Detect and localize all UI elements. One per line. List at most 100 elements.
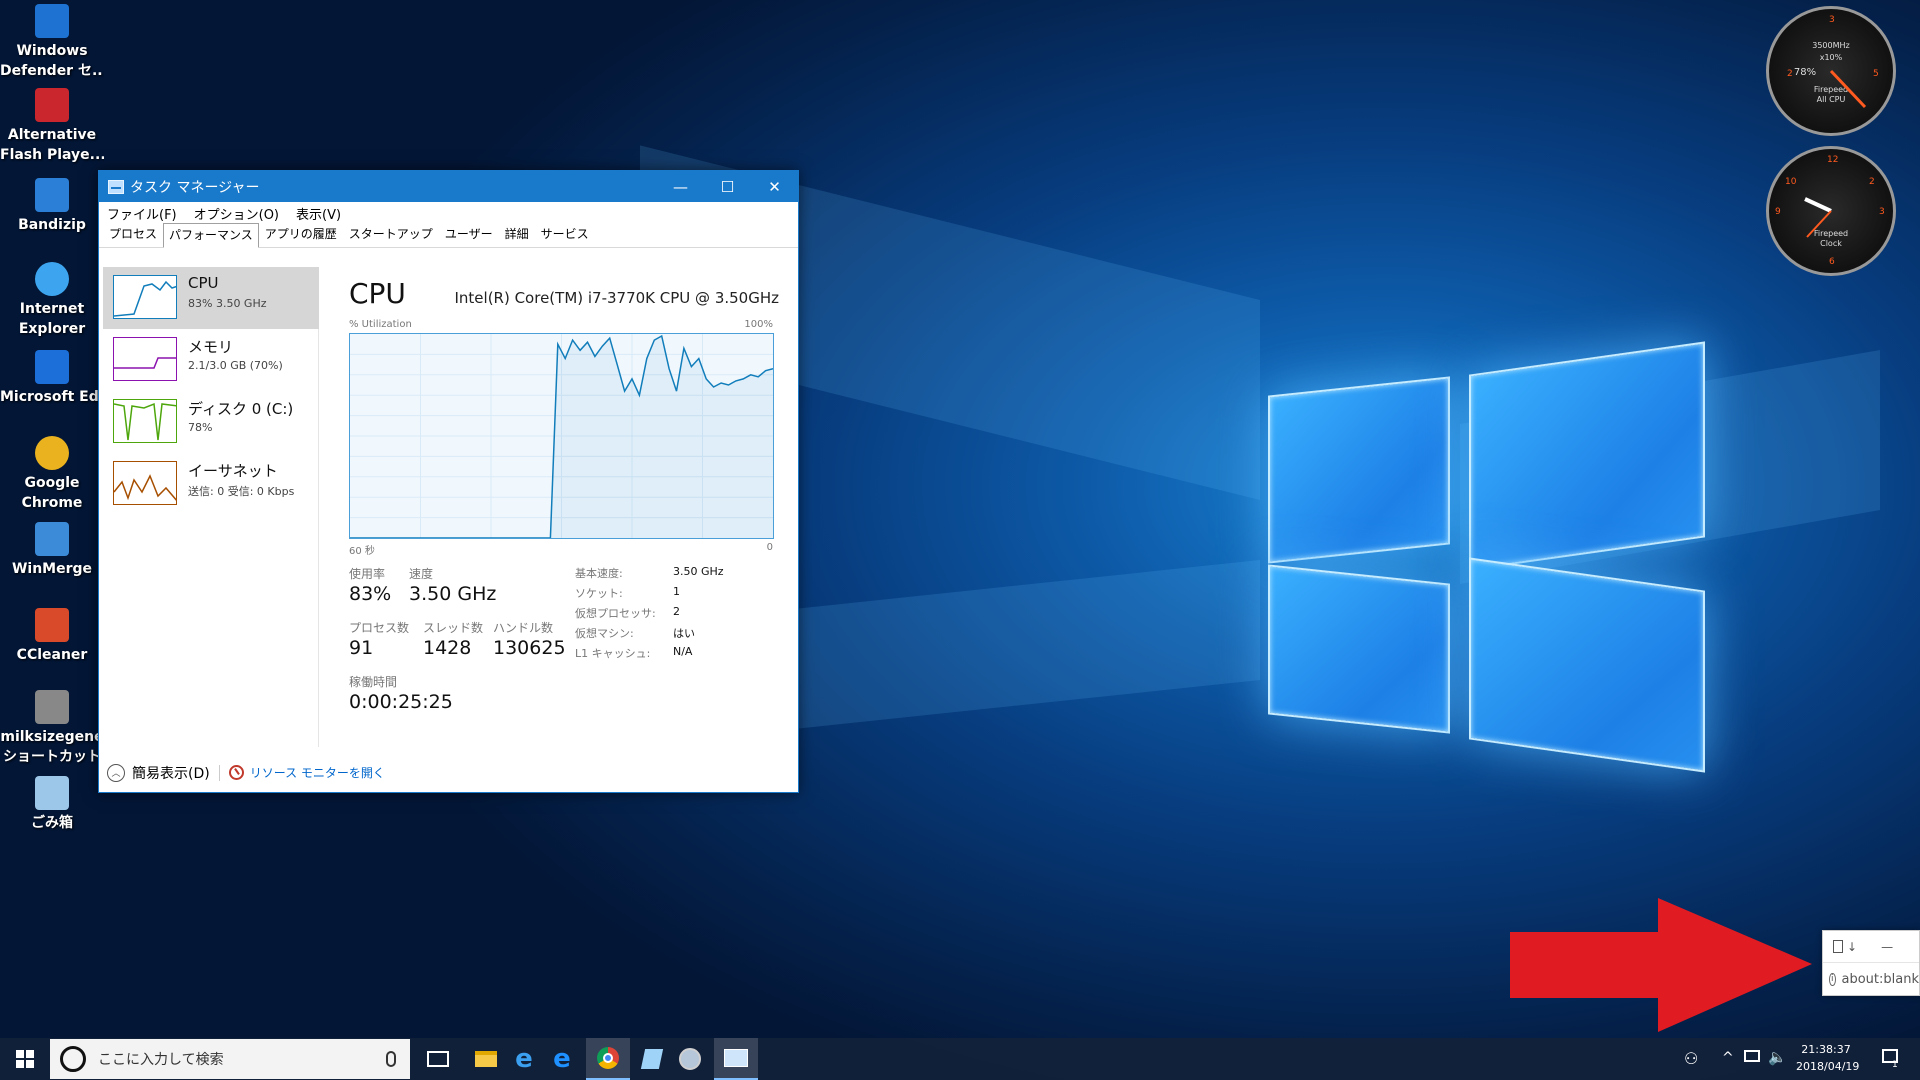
- clock-gadget[interactable]: 12 3 6 9 10 2 Firepeed Clock: [1766, 146, 1896, 276]
- desktop-icon-recycle-bin[interactable]: ごみ箱: [0, 776, 104, 833]
- cpu-utilization-graph: [349, 333, 774, 539]
- app-taskbar-button-2[interactable]: [670, 1038, 710, 1080]
- alternative-flash-player-icon: [35, 88, 69, 122]
- resource-monitor-icon: [228, 765, 244, 780]
- desktop-icon-label: milksizegene: [0, 729, 104, 745]
- title-bar[interactable]: タスク マネージャー — ☐ ✕: [99, 171, 798, 202]
- task-view-button[interactable]: [418, 1038, 458, 1080]
- cpu-model: Intel(R) Core(TM) i7-3770K CPU @ 3.50GHz: [454, 289, 779, 307]
- graph-x-label: 60 秒: [349, 546, 375, 557]
- app-icon-2: [679, 1048, 701, 1070]
- volume-icon[interactable]: 🔈: [1768, 1048, 1787, 1066]
- menu-options[interactable]: オプション(O): [194, 204, 279, 223]
- sidebar-item-detail: 78%: [188, 421, 213, 434]
- desktop-icon-label: ごみ箱: [31, 815, 73, 831]
- sidebar-thumbnail-graph: [113, 461, 177, 505]
- taskbar: ここに入力して検索 e e ⚇ ^ 🔈 21:38:37 2018/04/19 …: [0, 1038, 1920, 1080]
- sidebar-item-0[interactable]: CPU 83% 3.50 GHz: [103, 267, 319, 329]
- red-arrow-annotation: [1510, 898, 1812, 1032]
- uptime-value: 0:00:25:25: [349, 691, 453, 713]
- desktop-icon-windows-defender[interactable]: Windows Defender セ...: [0, 4, 104, 81]
- close-button[interactable]: ✕: [751, 171, 798, 202]
- task-manager-taskbar-button[interactable]: [714, 1038, 758, 1080]
- utilization-label: 使用率: [349, 567, 386, 581]
- desktop-icon-google-chrome[interactable]: Google Chrome: [0, 436, 104, 513]
- desktop-icon-ccleaner[interactable]: CCleaner: [0, 608, 104, 665]
- info-icon[interactable]: i: [1829, 972, 1836, 986]
- task-view-icon: [427, 1051, 449, 1067]
- chevron-up-icon[interactable]: ︿: [107, 763, 125, 782]
- task-manager-window[interactable]: タスク マネージャー — ☐ ✕ ファイル(F) オプション(O) 表示(V) …: [98, 170, 799, 793]
- recycle-bin-icon: [35, 776, 69, 810]
- minimize-button[interactable]: —: [657, 171, 704, 202]
- sidebar-item-detail: 2.1/3.0 GB (70%): [188, 359, 283, 372]
- tab-3[interactable]: スタートアップ: [343, 222, 439, 247]
- sidebar-thumbnail-graph: [113, 337, 177, 381]
- graph-x-min: 0: [766, 542, 773, 553]
- popup-minimize-button[interactable]: —: [1881, 940, 1893, 954]
- desktop-icon-label: Defender セ...: [0, 63, 104, 79]
- sidebar-item-1[interactable]: メモリ 2.1/3.0 GB (70%): [103, 329, 319, 391]
- tab-4[interactable]: ユーザー: [439, 222, 499, 247]
- people-icon[interactable]: ⚇: [1684, 1049, 1698, 1068]
- desktop-icon-winmerge[interactable]: WinMerge: [0, 522, 104, 579]
- sidebar-item-3[interactable]: イーサネット 送信: 0 受信: 0 Kbps: [103, 453, 319, 515]
- tab-0[interactable]: プロセス: [103, 222, 163, 247]
- spec-value: N/A: [673, 645, 693, 658]
- desktop-icon-internet-explorer[interactable]: Internet Explorer: [0, 262, 104, 339]
- maximize-button[interactable]: ☐: [704, 171, 751, 202]
- spec-label: ソケット:: [575, 587, 623, 600]
- internet-explorer-taskbar-button[interactable]: e: [504, 1038, 544, 1080]
- threads-value: 1428: [423, 637, 472, 659]
- desktop-icon-label: Internet: [19, 301, 85, 317]
- clock-date[interactable]: 2018/04/19: [1796, 1060, 1859, 1073]
- task-manager-icon: [108, 179, 124, 194]
- desktop-icon-label: Alternative: [7, 127, 97, 143]
- sidebar-item-2[interactable]: ディスク 0 (C:) 78%: [103, 391, 319, 453]
- menu-file[interactable]: ファイル(F): [107, 204, 177, 223]
- cpu-meter-needle-icon: [1829, 69, 1867, 109]
- tab-5[interactable]: 詳細: [499, 222, 535, 247]
- desktop-icon-milksizegene-shortcut[interactable]: milksizegene ショートカット: [0, 690, 104, 767]
- desktop-icon-bandizip[interactable]: Bandizip: [0, 178, 104, 235]
- spec-value: 2: [673, 605, 680, 618]
- cpu-utilization-line: [350, 334, 773, 538]
- fewer-details-link[interactable]: 簡易表示(D): [132, 763, 210, 783]
- spec-value: はい: [673, 627, 695, 640]
- windows-logo-icon: [16, 1050, 34, 1068]
- menu-view[interactable]: 表示(V): [296, 204, 341, 223]
- spec-value: 3.50 GHz: [673, 565, 724, 578]
- threads-label: スレッド数: [423, 621, 484, 635]
- popup-url[interactable]: about:blank: [1842, 972, 1920, 987]
- speed-label: 速度: [409, 567, 434, 581]
- spec-label: L1 キャッシュ:: [575, 647, 651, 660]
- performance-sidebar: CPU 83% 3.50 GHz メモリ 2.1/3.0 GB (70%) ディスク 0…: [103, 267, 319, 747]
- desktop-icon-alternative-flash-player[interactable]: Alternative Flash Playe...: [0, 88, 104, 165]
- desktop-icon-label: ショートカット: [3, 749, 101, 765]
- cpu-meter-gadget[interactable]: 3 2 5 3500MHz x10% 78% Firepeed All CPU: [1766, 6, 1896, 136]
- task-manager-footer: ︿ 簡易表示(D) リソース モニターを開く: [99, 751, 798, 793]
- tab-6[interactable]: サービス: [535, 222, 595, 247]
- resource-monitor-link[interactable]: リソース モニターを開く: [250, 764, 385, 781]
- file-explorer-button[interactable]: [466, 1038, 506, 1080]
- download-icon[interactable]: ↓: [1847, 940, 1857, 954]
- desktop-icon-microsoft-edge[interactable]: Microsoft Edge: [0, 350, 104, 407]
- winmerge-icon: [35, 522, 69, 556]
- spec-label: 仮想プロセッサ:: [575, 607, 656, 620]
- browser-popup-window[interactable]: ↓ — i about:blank: [1822, 930, 1920, 996]
- desktop-icon-label: WinMerge: [11, 561, 93, 577]
- microphone-icon[interactable]: [386, 1051, 396, 1067]
- chrome-taskbar-button[interactable]: [586, 1038, 630, 1080]
- uptime-label: 稼働時間: [349, 675, 398, 689]
- start-button[interactable]: [0, 1038, 50, 1080]
- show-hidden-icons-chevron-icon[interactable]: ^: [1722, 1050, 1734, 1066]
- tab-2[interactable]: アプリの履歴: [259, 222, 343, 247]
- tab-1[interactable]: パフォーマンス: [163, 223, 259, 248]
- app-taskbar-button-1[interactable]: [632, 1038, 672, 1080]
- cpu-utilization-area: [350, 336, 773, 538]
- search-box[interactable]: ここに入力して検索: [50, 1039, 410, 1079]
- network-icon[interactable]: [1744, 1050, 1760, 1062]
- edge-taskbar-button[interactable]: e: [542, 1038, 582, 1080]
- ccleaner-icon: [35, 608, 69, 642]
- clock-time[interactable]: 21:38:37: [1796, 1043, 1856, 1056]
